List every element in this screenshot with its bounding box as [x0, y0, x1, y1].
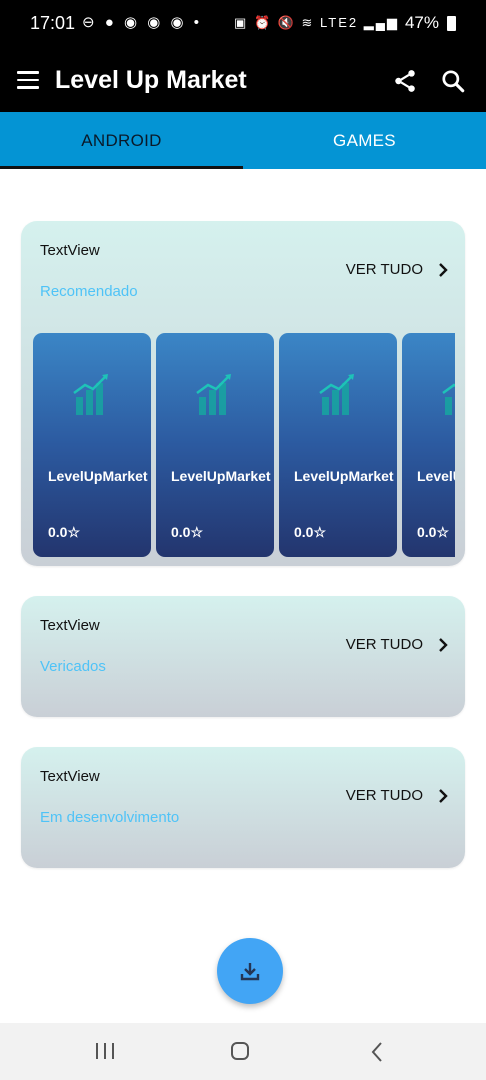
chevron-right-icon [439, 262, 448, 277]
section-subtitle: Em desenvolvimento [40, 809, 180, 826]
download-icon [240, 963, 260, 981]
app-name: LevelUpMarket [48, 468, 148, 484]
see-all-label: VER TUDO [345, 636, 423, 653]
app-rating: 0.0☆ [48, 524, 81, 540]
status-right: ▣ ⏰ 🔇 ≋ LTE2 ▂▄▆ 47% [234, 13, 456, 33]
tab-indicator [0, 166, 243, 169]
tab-games[interactable]: GAMES [243, 112, 486, 169]
app-card[interactable]: LevelUpMarket 0.0☆ [156, 333, 274, 557]
app-card[interactable]: LevelUpMarket 0.0☆ [402, 333, 455, 557]
home-icon[interactable] [230, 1041, 250, 1061]
section-card-in-development: TextView Em desenvolvimento VER TUDO [21, 747, 465, 868]
section-title: TextView [40, 617, 100, 634]
section-card-recommended: TextView Recomendado VER TUDO LevelUpMar… [21, 221, 465, 566]
see-all-button[interactable]: VER TUDO [346, 636, 449, 653]
app-rating: 0.0☆ [294, 524, 327, 540]
app-name: LevelUpMarket [417, 468, 455, 484]
tab-android[interactable]: ANDROID [0, 112, 243, 169]
app-title: Level Up Market [55, 66, 247, 94]
battery-icon [447, 15, 456, 31]
app-logo-icon [196, 374, 231, 415]
search-icon[interactable] [440, 68, 466, 94]
section-title: TextView [40, 768, 100, 785]
battery-percent: 47% [404, 13, 439, 32]
app-rating: 0.0☆ [417, 524, 450, 540]
menu-icon[interactable] [17, 71, 39, 89]
see-all-label: VER TUDO [345, 261, 423, 278]
recent-apps-icon[interactable] [94, 1042, 116, 1060]
chevron-right-icon [439, 788, 448, 803]
tab-bar: ANDROID GAMES [0, 112, 486, 169]
system-nav-bar [0, 1023, 486, 1080]
status-time: 17:01 [30, 13, 76, 33]
app-logo-icon [442, 383, 455, 415]
system-status-icons: ▣ ⏰ 🔇 ≋ LTE2 ▂▄▆ [234, 15, 399, 30]
status-bar: 17:01 ⊖ ● ◉ ◉ ◉ • ▣ ⏰ 🔇 ≋ LTE2 ▂▄▆ 47% [0, 0, 486, 48]
app-logo-icon [73, 374, 108, 415]
see-all-label: VER TUDO [345, 787, 423, 804]
app-bar: Level Up Market [0, 48, 486, 112]
app-card[interactable]: LevelUpMarket 0.0☆ [279, 333, 397, 557]
app-card[interactable]: LevelUpMarket 0.0☆ [33, 333, 151, 557]
share-icon[interactable] [392, 68, 418, 94]
chevron-right-icon [439, 637, 448, 652]
notification-icons: ⊖ ● ◉ ◉ ◉ • [82, 14, 202, 31]
app-carousel[interactable]: LevelUpMarket 0.0☆ LevelUpMarket 0.0☆ Le… [33, 333, 455, 557]
app-name: LevelUpMarket [171, 468, 271, 484]
see-all-button[interactable]: VER TUDO [346, 787, 449, 804]
section-title: TextView [40, 242, 100, 259]
download-button[interactable] [217, 938, 283, 1004]
app-name: LevelUpMarket [294, 468, 394, 484]
section-subtitle: Vericados [40, 658, 106, 675]
app-rating: 0.0☆ [171, 524, 204, 540]
section-subtitle: Recomendado [40, 283, 138, 300]
back-icon[interactable] [370, 1041, 384, 1063]
see-all-button[interactable]: VER TUDO [346, 261, 449, 278]
app-logo-icon [319, 374, 354, 415]
section-card-verified: TextView Vericados VER TUDO [21, 596, 465, 717]
